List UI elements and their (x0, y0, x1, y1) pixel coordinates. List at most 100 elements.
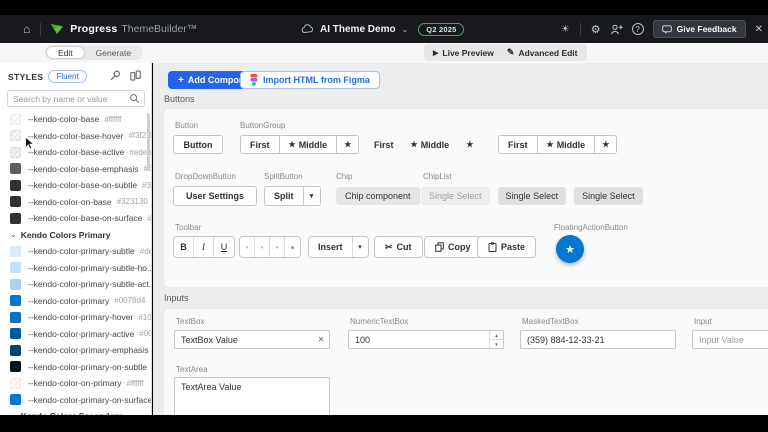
settings-gear-icon[interactable]: ⚙ (591, 23, 601, 36)
token-row[interactable]: --kendo-color-primary-emphasis#00... (0, 342, 151, 359)
project-switcher[interactable]: AI Theme Demo ⌄ Q2 2025 (301, 15, 464, 43)
align-left-icon (246, 243, 248, 252)
give-feedback-button[interactable]: Give Feedback (653, 20, 746, 38)
token-row[interactable]: --kendo-color-base-on-surface#3231.. (0, 210, 151, 227)
copy-button[interactable]: Copy (424, 236, 482, 258)
token-row[interactable]: --kendo-color-on-primary#ffffff (0, 375, 151, 392)
color-swatch[interactable] (10, 378, 21, 389)
token-row[interactable]: --kendo-color-base-on-subtle#32...⋯ (0, 177, 151, 194)
insert-caret-button[interactable]: ▾ (353, 237, 368, 257)
sidebar-scrollbar[interactable] (147, 113, 150, 171)
import-figma-button[interactable]: Import HTML from Figma (240, 71, 380, 89)
help-icon[interactable]: ? (632, 23, 644, 35)
flat-group-first[interactable]: First (374, 140, 394, 150)
color-swatch[interactable] (10, 279, 21, 290)
home-icon[interactable]: ⌂ (23, 22, 30, 36)
tab-generate[interactable]: Generate (85, 46, 142, 59)
token-name: --kendo-color-base-on-surface (28, 213, 142, 223)
token-row[interactable]: --kendo-color-primary-on-subtle#001... (0, 359, 151, 376)
color-swatch[interactable] (10, 262, 21, 273)
token-row[interactable]: --kendo-color-on-base#323130 (0, 194, 151, 211)
theme-light-icon[interactable]: ☀ (561, 24, 570, 35)
button-group-star[interactable]: ★ (337, 136, 358, 153)
color-swatch[interactable] (10, 394, 21, 405)
dropdownbutton-demo[interactable]: User Settings (173, 186, 257, 206)
split-main-button[interactable]: Split (265, 187, 303, 205)
color-swatch[interactable] (10, 328, 21, 339)
chip-demo[interactable]: Chip component (336, 187, 420, 205)
button-group-first[interactable]: First (241, 136, 280, 153)
paste-button[interactable]: Paste (477, 236, 536, 258)
chiplist-chip[interactable]: Single Select (421, 187, 490, 205)
align-left-button[interactable] (240, 237, 255, 257)
color-swatch[interactable] (10, 213, 21, 224)
align-justify-button[interactable] (285, 237, 300, 257)
switch-view-icon[interactable] (130, 70, 141, 81)
input-input[interactable] (693, 335, 768, 345)
token-section-header[interactable]: ⌄Kendo Colors Primary (0, 227, 151, 244)
bold-button[interactable]: B (174, 237, 194, 257)
button-group-middle[interactable]: ★Middle (538, 136, 596, 153)
maskedtextbox-input[interactable] (521, 335, 675, 345)
split-caret-button[interactable]: ▾ (304, 187, 320, 205)
token-list: --kendo-color-base#ffffff--kendo-color-b… (0, 111, 151, 415)
styles-search-input[interactable] (8, 94, 129, 104)
button-group-star[interactable]: ★ (595, 136, 616, 153)
flat-group-star[interactable]: ★ (466, 141, 473, 149)
color-swatch[interactable] (10, 147, 21, 158)
token-row[interactable]: --kendo-color-base-active#edebe9 (0, 144, 151, 161)
cut-button[interactable]: ✂ Cut (374, 236, 423, 258)
token-row[interactable]: --kendo-color-primary-hover#106ebe (0, 309, 151, 326)
flat-group-middle[interactable]: ★Middle (411, 140, 450, 150)
token-row[interactable]: --kendo-color-primary-subtle#deecf9 (0, 243, 151, 260)
textbox-input[interactable] (175, 335, 313, 345)
color-swatch[interactable] (10, 246, 21, 257)
color-swatch[interactable] (10, 295, 21, 306)
token-row[interactable]: --kendo-color-primary-on-surface#0... (0, 392, 151, 409)
insert-button[interactable]: Insert (309, 237, 353, 257)
chiplist-chip[interactable]: Single Select (574, 187, 643, 205)
live-preview-button[interactable]: ▶ Live Preview (433, 48, 494, 58)
token-row[interactable]: --kendo-color-primary-subtle-act...#a... (0, 276, 151, 293)
color-swatch[interactable] (10, 345, 21, 356)
token-row[interactable]: --kendo-color-base#ffffff (0, 111, 151, 128)
align-right-button[interactable] (270, 237, 285, 257)
underline-button[interactable]: U (214, 237, 234, 257)
numerictextbox-input[interactable] (349, 335, 489, 345)
color-swatch[interactable] (10, 163, 21, 174)
token-row[interactable]: --kendo-color-base-hover#f3f2f1 (0, 128, 151, 145)
textarea-input[interactable]: TextArea Value (174, 377, 330, 415)
search-styles-icon[interactable] (110, 70, 121, 81)
button-group-middle[interactable]: ★Middle (280, 136, 338, 153)
pencil-icon: ✎ (507, 47, 515, 58)
color-swatch[interactable] (10, 196, 21, 207)
color-swatch[interactable] (10, 180, 21, 191)
color-swatch[interactable] (10, 312, 21, 323)
invite-user-icon[interactable] (610, 24, 623, 35)
spin-up-icon[interactable]: ▲ (490, 331, 503, 340)
spin-down-icon[interactable]: ▼ (490, 340, 503, 348)
color-swatch[interactable] (10, 114, 21, 125)
theme-badge[interactable]: Fluent (48, 70, 86, 83)
star-icon: ★ (466, 141, 473, 149)
token-row[interactable]: --kendo-color-primary#0078d4 (0, 293, 151, 310)
align-center-button[interactable] (255, 237, 270, 257)
maskedtextbox-demo (520, 330, 676, 349)
button-label: Button (175, 121, 198, 130)
close-icon[interactable]: ✕ (755, 24, 763, 35)
token-name: --kendo-color-primary-active (28, 329, 134, 339)
advanced-edit-button[interactable]: ✎ Advanced Edit (507, 47, 578, 58)
token-row[interactable]: --kendo-color-primary-subtle-ho...#c... (0, 260, 151, 277)
color-swatch[interactable] (10, 130, 21, 141)
italic-button[interactable]: I (194, 237, 214, 257)
token-row[interactable]: --kendo-color-base-emphasis#605e5c (0, 161, 151, 178)
token-section-header[interactable]: ⌄Kendo Colors Secondary (0, 408, 151, 415)
floating-action-button[interactable]: ★ (556, 235, 584, 263)
chiplist-chip[interactable]: Single Select (498, 187, 567, 205)
tab-edit[interactable]: Edit (46, 46, 85, 59)
button-group-first[interactable]: First (499, 136, 538, 153)
token-row[interactable]: --kendo-color-primary-active#005a9e (0, 326, 151, 343)
button-demo[interactable]: Button (173, 135, 223, 154)
clear-icon[interactable]: ✕ (313, 335, 329, 344)
color-swatch[interactable] (10, 361, 21, 372)
